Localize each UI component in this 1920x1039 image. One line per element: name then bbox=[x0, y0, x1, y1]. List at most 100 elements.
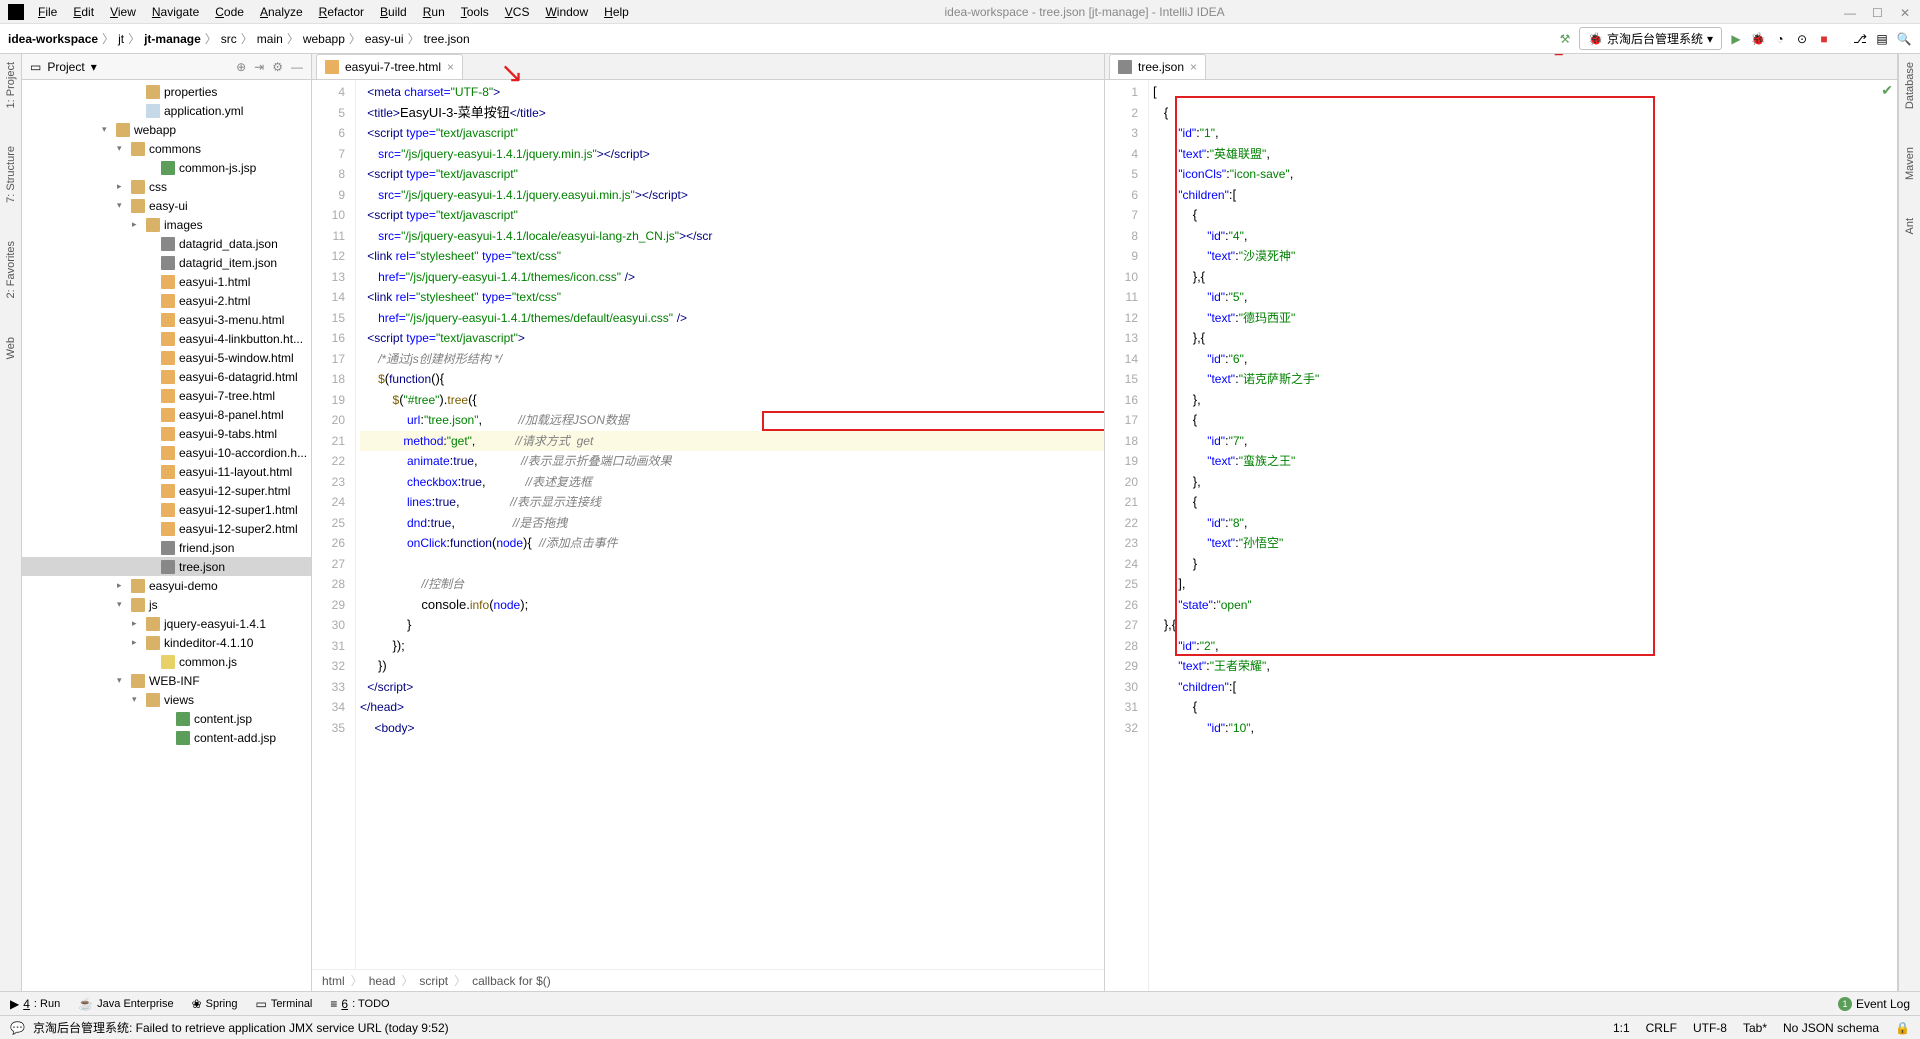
target-icon[interactable]: ⊕ bbox=[236, 60, 246, 74]
project-tree[interactable]: propertiesapplication.yml▾webapp▾commons… bbox=[22, 80, 311, 991]
tool-tab-project[interactable]: 1: Project bbox=[5, 58, 17, 112]
tree-item[interactable]: ▸css bbox=[22, 177, 311, 196]
code-editor[interactable]: [ { "id":"1", "text":"英雄联盟", "iconCls":"… bbox=[1149, 80, 1897, 991]
breadcrumb-segment[interactable]: webapp bbox=[303, 32, 345, 46]
breadcrumb-segment[interactable]: src bbox=[221, 32, 237, 46]
tree-item[interactable]: easyui-6-datagrid.html bbox=[22, 367, 311, 386]
menu-analyze[interactable]: Analyze bbox=[254, 3, 309, 21]
tree-item[interactable]: ▸jquery-easyui-1.4.1 bbox=[22, 614, 311, 633]
tree-item[interactable]: content.jsp bbox=[22, 709, 311, 728]
project-panel-title[interactable]: Project bbox=[47, 60, 84, 74]
editor-tab-html[interactable]: easyui-7-tree.html × bbox=[316, 54, 463, 79]
menu-file[interactable]: File bbox=[32, 3, 63, 21]
close-tab-icon[interactable]: × bbox=[1190, 60, 1197, 74]
breadcrumb-segment[interactable]: idea-workspace bbox=[8, 32, 98, 46]
tree-item[interactable]: datagrid_data.json bbox=[22, 234, 311, 253]
tree-item[interactable]: easyui-12-super1.html bbox=[22, 500, 311, 519]
tree-item[interactable]: easyui-5-window.html bbox=[22, 348, 311, 367]
menu-edit[interactable]: Edit bbox=[67, 3, 100, 21]
debug-icon[interactable]: 🐞 bbox=[1750, 31, 1766, 47]
breadcrumb-segment[interactable]: main bbox=[257, 32, 283, 46]
tree-item[interactable]: ▸easyui-demo bbox=[22, 576, 311, 595]
menu-vcs[interactable]: VCS bbox=[499, 3, 536, 21]
editor-breadcrumb-segment[interactable]: html bbox=[322, 974, 345, 988]
tree-item[interactable]: application.yml bbox=[22, 101, 311, 120]
status-cell[interactable]: UTF-8 bbox=[1693, 1021, 1727, 1035]
tree-item[interactable]: ▾views bbox=[22, 690, 311, 709]
status-cell[interactable]: 1:1 bbox=[1613, 1021, 1630, 1035]
tree-item[interactable]: easyui-12-super.html bbox=[22, 481, 311, 500]
breadcrumb-segment[interactable]: easy-ui bbox=[365, 32, 404, 46]
breadcrumb[interactable]: idea-workspace〉jt〉jt-manage〉src〉main〉web… bbox=[8, 30, 470, 47]
tree-item[interactable]: ▾commons bbox=[22, 139, 311, 158]
gear-icon[interactable]: ⚙ bbox=[272, 60, 283, 74]
tree-item[interactable]: tree.json bbox=[22, 557, 311, 576]
structure-icon[interactable]: ▤ bbox=[1874, 31, 1890, 47]
menu-build[interactable]: Build bbox=[374, 3, 413, 21]
close-icon[interactable]: ✕ bbox=[1900, 6, 1912, 18]
tool-tab-database[interactable]: Database bbox=[1904, 58, 1916, 113]
hide-icon[interactable]: — bbox=[291, 60, 303, 74]
event-log[interactable]: 1 Event Log bbox=[1838, 997, 1910, 1011]
stop-icon[interactable]: ■ bbox=[1816, 31, 1832, 47]
tree-item[interactable]: common.js bbox=[22, 652, 311, 671]
profile-icon[interactable]: ⊙ bbox=[1794, 31, 1810, 47]
editor-breadcrumb-segment[interactable]: head bbox=[369, 974, 396, 988]
breadcrumb-segment[interactable]: tree.json bbox=[424, 32, 470, 46]
tree-item[interactable]: easyui-12-super2.html bbox=[22, 519, 311, 538]
status-cell[interactable]: Tab* bbox=[1743, 1021, 1767, 1035]
tree-item[interactable]: easyui-10-accordion.h... bbox=[22, 443, 311, 462]
bottom-tab[interactable]: ≡ 6: TODO bbox=[330, 997, 389, 1011]
git-icon[interactable]: ⎇ bbox=[1852, 31, 1868, 47]
run-icon[interactable]: ▶ bbox=[1728, 31, 1744, 47]
menu-help[interactable]: Help bbox=[598, 3, 635, 21]
build-icon[interactable]: ⚒ bbox=[1557, 31, 1573, 47]
minimize-icon[interactable]: — bbox=[1844, 6, 1856, 18]
tree-item[interactable]: friend.json bbox=[22, 538, 311, 557]
close-tab-icon[interactable]: × bbox=[447, 60, 454, 74]
menu-view[interactable]: View bbox=[104, 3, 142, 21]
tree-item[interactable]: easyui-7-tree.html bbox=[22, 386, 311, 405]
menu-refactor[interactable]: Refactor bbox=[313, 3, 370, 21]
tree-item[interactable]: ▾WEB-INF bbox=[22, 671, 311, 690]
tree-item[interactable]: easyui-1.html bbox=[22, 272, 311, 291]
menu-run[interactable]: Run bbox=[417, 3, 451, 21]
tool-tab-web[interactable]: Web bbox=[5, 333, 17, 363]
bottom-tab[interactable]: ▶ 4: Run bbox=[10, 997, 60, 1011]
editor-tab-json[interactable]: tree.json × bbox=[1109, 54, 1206, 79]
tree-item[interactable]: datagrid_item.json bbox=[22, 253, 311, 272]
collapse-icon[interactable]: ⇥ bbox=[254, 60, 264, 74]
tool-tab-maven[interactable]: Maven bbox=[1904, 143, 1916, 184]
menu-navigate[interactable]: Navigate bbox=[146, 3, 205, 21]
tree-item[interactable]: common-js.jsp bbox=[22, 158, 311, 177]
tree-item[interactable]: easyui-9-tabs.html bbox=[22, 424, 311, 443]
status-speech-icon[interactable]: 💬 bbox=[10, 1021, 25, 1035]
bottom-tab[interactable]: ☕ Java Enterprise bbox=[78, 997, 173, 1011]
code-editor[interactable]: <meta charset="UTF-8"> <title>EasyUI-3-菜… bbox=[356, 80, 1104, 969]
menu-tools[interactable]: Tools bbox=[455, 3, 495, 21]
bottom-tab[interactable]: ❀ Spring bbox=[192, 997, 238, 1011]
tree-item[interactable]: ▾js bbox=[22, 595, 311, 614]
tree-item[interactable]: easyui-11-layout.html bbox=[22, 462, 311, 481]
tree-item[interactable]: ▸images bbox=[22, 215, 311, 234]
bottom-tab[interactable]: ▭ Terminal bbox=[255, 997, 312, 1011]
project-dropdown-icon[interactable]: ▭ bbox=[30, 60, 41, 74]
run-configuration[interactable]: 🐞 京淘后台管理系统 ▾ bbox=[1579, 27, 1722, 50]
tool-tab-structure[interactable]: 7: Structure bbox=[5, 142, 17, 207]
search-icon[interactable]: 🔍 bbox=[1896, 31, 1912, 47]
breadcrumb-segment[interactable]: jt-manage bbox=[144, 32, 201, 46]
tree-item[interactable]: ▸kindeditor-4.1.10 bbox=[22, 633, 311, 652]
editor-breadcrumb[interactable]: html〉head〉script〉callback for $() bbox=[312, 969, 1104, 991]
editor-breadcrumb-segment[interactable]: callback for $() bbox=[472, 974, 551, 988]
tree-item[interactable]: ▾webapp bbox=[22, 120, 311, 139]
editor-breadcrumb-segment[interactable]: script bbox=[419, 974, 448, 988]
tool-tab-ant[interactable]: Ant bbox=[1904, 214, 1916, 239]
tree-item[interactable]: properties bbox=[22, 82, 311, 101]
status-cell[interactable]: No JSON schema bbox=[1783, 1021, 1879, 1035]
breadcrumb-segment[interactable]: jt bbox=[118, 32, 124, 46]
tree-item[interactable]: easyui-8-panel.html bbox=[22, 405, 311, 424]
tool-tab-favorites[interactable]: 2: Favorites bbox=[5, 237, 17, 302]
tree-item[interactable]: easyui-4-linkbutton.ht... bbox=[22, 329, 311, 348]
tree-item[interactable]: content-add.jsp bbox=[22, 728, 311, 747]
maximize-icon[interactable]: ☐ bbox=[1872, 6, 1884, 18]
